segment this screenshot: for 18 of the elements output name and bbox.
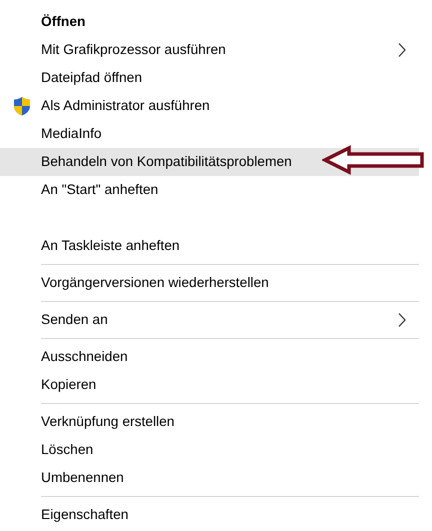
- menu-item[interactable]: An Taskleiste anheften: [0, 232, 419, 260]
- menu-item[interactable]: Öffnen: [0, 8, 419, 36]
- menu-item[interactable]: Ausschneiden: [0, 343, 419, 371]
- menu-item[interactable]: Als Administrator ausführen: [0, 92, 419, 120]
- menu-item[interactable]: Senden an: [0, 306, 419, 334]
- menu-item[interactable]: Kopieren: [0, 371, 419, 399]
- menu-item[interactable]: Verknüpfung erstellen: [0, 408, 419, 436]
- menu-item[interactable]: Dateipfad öffnen: [0, 64, 419, 92]
- menu-item[interactable]: An "Start" anheften: [0, 176, 419, 204]
- menu-item[interactable]: Löschen: [0, 436, 419, 464]
- menu-item[interactable]: Vorgängerversionen wiederherstellen: [0, 269, 419, 297]
- menu-item[interactable]: Eigenschaften: [0, 501, 419, 529]
- menu-item[interactable]: Umbenennen: [0, 464, 419, 492]
- menu-item[interactable]: Mit Grafikprozessor ausführen: [0, 36, 419, 64]
- chevron-right-icon: [397, 312, 407, 328]
- menu-item[interactable]: MediaInfo: [0, 120, 419, 148]
- shield-icon: [12, 96, 32, 116]
- chevron-right-icon: [397, 42, 407, 58]
